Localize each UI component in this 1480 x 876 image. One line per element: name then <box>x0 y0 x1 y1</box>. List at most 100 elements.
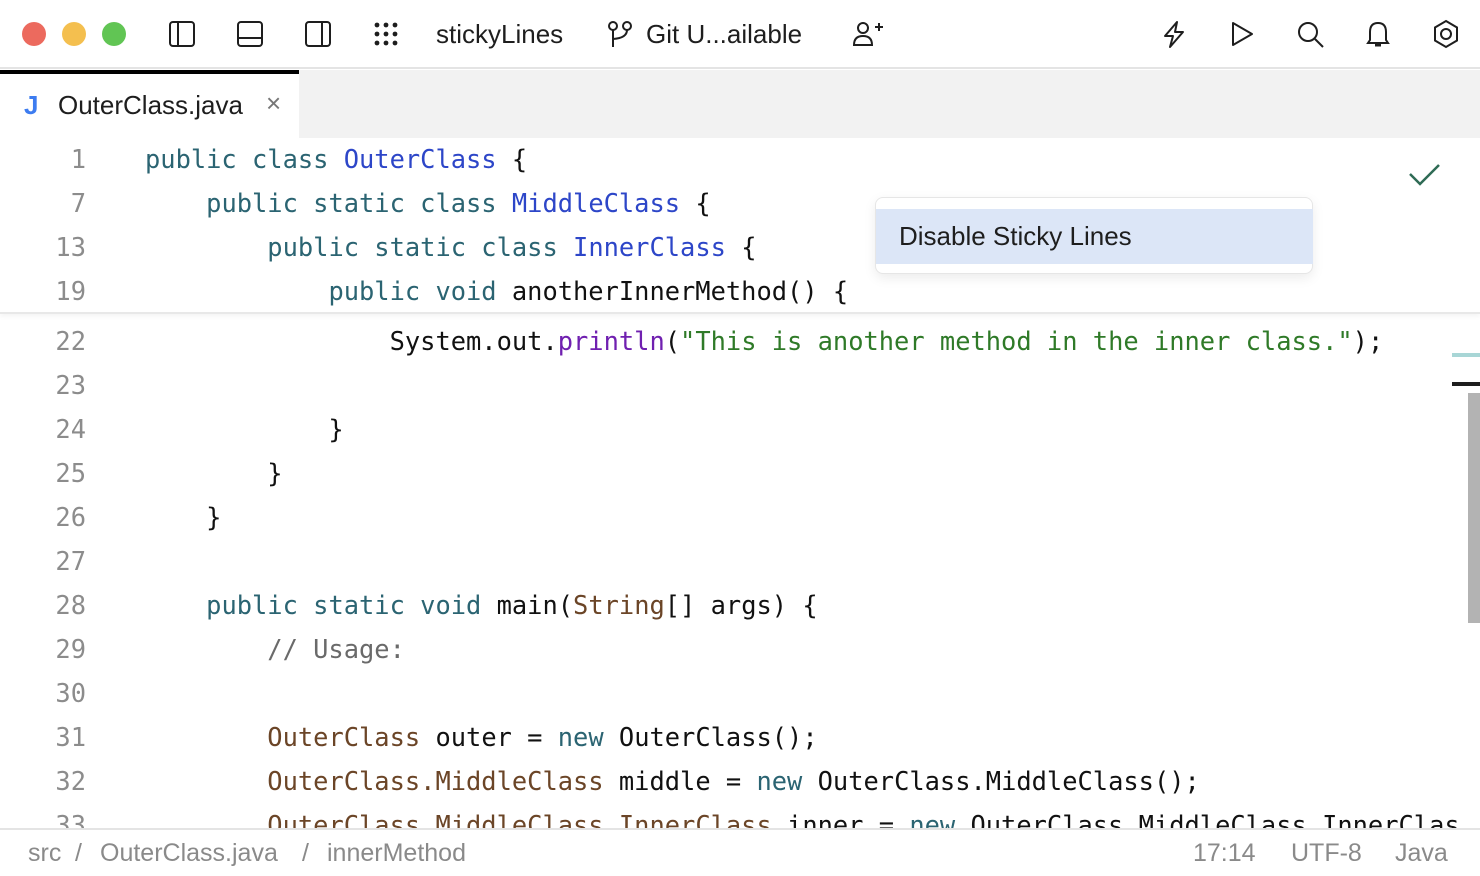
code-line[interactable]: 30 <box>0 672 1450 716</box>
bell-icon[interactable] <box>1361 17 1395 51</box>
code-token-plain: main( <box>497 590 573 620</box>
code-token-type: OuterClass.MiddleClass.InnerClass <box>267 810 771 828</box>
bottom-panel-icon[interactable] <box>233 17 267 51</box>
tab-label: OuterClass.java <box>58 90 243 121</box>
code-token-kw: new <box>756 766 817 796</box>
line-number[interactable]: 29 <box>0 634 86 664</box>
line-number[interactable]: 31 <box>0 722 86 752</box>
code-token-type: String <box>573 590 665 620</box>
line-number[interactable]: 7 <box>0 188 86 218</box>
line-number[interactable]: 19 <box>0 276 86 306</box>
project-name[interactable]: stickyLines <box>436 18 563 50</box>
code-token-type: OuterClass.MiddleClass <box>267 766 603 796</box>
code-token-com: // Usage: <box>145 634 405 664</box>
close-window-button[interactable] <box>22 22 46 46</box>
scroll-marker-change <box>1452 353 1480 357</box>
code-line[interactable]: 28 public static void main(String[] args… <box>0 584 1450 628</box>
right-panel-icon[interactable] <box>301 17 335 51</box>
line-code: public static class InnerClass { <box>145 232 756 262</box>
code-token-plain: outer = <box>420 722 558 752</box>
line-number[interactable]: 13 <box>0 232 86 262</box>
file-language[interactable]: Java <box>1395 839 1448 868</box>
left-panel-icon[interactable] <box>165 17 199 51</box>
line-code: // Usage: <box>145 634 405 664</box>
code-token-plain <box>145 232 267 262</box>
code-token-kw: new <box>558 722 619 752</box>
vcs-widget[interactable]: Git U...ailable <box>646 18 802 50</box>
code-token-kw: public static class <box>267 232 573 262</box>
breadcrumb-src[interactable]: src <box>28 839 61 868</box>
vertical-scrollbar-thumb[interactable] <box>1468 393 1480 623</box>
line-number[interactable]: 28 <box>0 590 86 620</box>
line-number[interactable]: 26 <box>0 502 86 532</box>
code-token-plain <box>145 276 328 306</box>
code-line[interactable]: 23 <box>0 364 1450 408</box>
editor-tab-bar: J OuterClass.java × <box>0 70 1480 138</box>
close-tab-icon[interactable]: × <box>266 88 281 119</box>
file-encoding[interactable]: UTF-8 <box>1291 839 1362 868</box>
code-token-plain: [] args) { <box>665 590 818 620</box>
line-code: System.out.println("This is another meth… <box>145 326 1383 356</box>
no-problems-check-icon[interactable] <box>1408 162 1442 195</box>
search-icon[interactable] <box>1293 17 1327 51</box>
disable-sticky-lines-menu-item[interactable]: Disable Sticky Lines <box>876 209 1313 264</box>
code-line[interactable]: 33 OuterClass.MiddleClass.InnerClass inn… <box>0 804 1450 828</box>
settings-icon[interactable] <box>1429 17 1463 51</box>
code-line[interactable]: 1 public class OuterClass { <box>0 138 1450 182</box>
code-line[interactable]: 22 System.out.println("This is another m… <box>0 320 1450 364</box>
line-code: OuterClass.MiddleClass middle = new Oute… <box>145 766 1200 796</box>
minimize-window-button[interactable] <box>62 22 86 46</box>
breadcrumb-separator: / <box>302 839 309 868</box>
line-code: public void anotherInnerMethod() { <box>145 276 848 306</box>
maximize-window-button[interactable] <box>102 22 126 46</box>
line-number[interactable]: 30 <box>0 678 86 708</box>
code-token-plain <box>145 590 206 620</box>
line-number[interactable]: 24 <box>0 414 86 444</box>
apps-grid-icon[interactable] <box>369 17 403 51</box>
code-token-plain: ( <box>665 326 680 356</box>
breadcrumb-separator: / <box>75 839 82 868</box>
code-token-str: "This is another method in the inner cla… <box>680 326 1353 356</box>
code-line[interactable]: 32 OuterClass.MiddleClass middle = new O… <box>0 760 1450 804</box>
line-code: public static class MiddleClass { <box>145 188 711 218</box>
code-token-plain <box>145 188 206 218</box>
scroll-marker-caret <box>1452 382 1480 386</box>
code-line[interactable]: 27 <box>0 540 1450 584</box>
line-number[interactable]: 25 <box>0 458 86 488</box>
breadcrumb-file[interactable]: OuterClass.java <box>100 839 278 868</box>
code-line[interactable]: 19 public void anotherInnerMethod() { <box>0 270 1450 314</box>
code-token-plain: System.out. <box>145 326 558 356</box>
code-line[interactable]: 29 // Usage: <box>0 628 1450 672</box>
breadcrumb-method[interactable]: innerMethod <box>327 839 466 868</box>
code-token-meth: println <box>558 326 665 356</box>
code-token-plain: OuterClass.MiddleClass(); <box>818 766 1200 796</box>
line-code: public static void main(String[] args) { <box>145 590 818 620</box>
caret-position[interactable]: 17:14 <box>1193 839 1256 868</box>
code-token-plain: { <box>680 188 711 218</box>
code-line[interactable]: 26 } <box>0 496 1450 540</box>
line-number[interactable]: 1 <box>0 144 86 174</box>
run-icon[interactable] <box>1225 17 1259 51</box>
code-line[interactable]: 31 OuterClass outer = new OuterClass(); <box>0 716 1450 760</box>
lightning-icon[interactable] <box>1157 17 1191 51</box>
code-token-plain <box>145 810 267 828</box>
line-number[interactable]: 23 <box>0 370 86 400</box>
line-code: OuterClass outer = new OuterClass(); <box>145 722 818 752</box>
code-line[interactable]: 25 } <box>0 452 1450 496</box>
code-token-kw: public static class <box>206 188 512 218</box>
add-user-icon[interactable] <box>850 17 884 51</box>
line-number[interactable]: 33 <box>0 810 86 828</box>
line-number[interactable]: 32 <box>0 766 86 796</box>
code-token-cls: OuterClass <box>344 144 497 174</box>
code-line[interactable]: 24 } <box>0 408 1450 452</box>
code-token-plain: middle = <box>604 766 757 796</box>
line-code: public class OuterClass { <box>145 144 527 174</box>
line-number[interactable]: 22 <box>0 326 86 356</box>
code-editor[interactable]: 22 System.out.println("This is another m… <box>0 320 1480 828</box>
code-token-plain: { <box>726 232 757 262</box>
line-number[interactable]: 27 <box>0 546 86 576</box>
code-token-plain: } <box>145 502 221 532</box>
code-token-cls: InnerClass <box>573 232 726 262</box>
code-token-kw: public class <box>145 144 344 174</box>
tab-outerclass-java[interactable]: J OuterClass.java × <box>0 70 299 138</box>
